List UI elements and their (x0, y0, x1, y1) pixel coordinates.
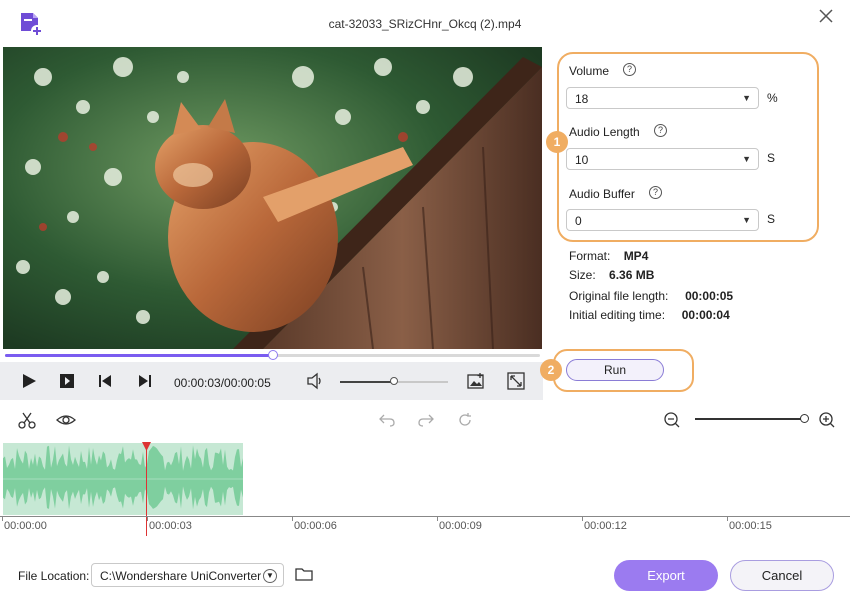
size-info: Size: 6.36 MB (569, 268, 654, 282)
format-value: MP4 (623, 249, 649, 263)
video-frame-cat (3, 47, 542, 349)
progress-fill (5, 354, 273, 357)
help-icon[interactable]: ? (623, 63, 636, 76)
audio-length-label: Audio Length (569, 125, 640, 139)
audio-buffer-unit: S (767, 212, 776, 226)
tick-label: 00:00:03 (149, 520, 192, 532)
volume-icon[interactable] (306, 372, 324, 390)
volume-slider[interactable] (340, 377, 448, 385)
ruler-tick (147, 516, 148, 521)
undo-icon[interactable] (378, 411, 396, 429)
chevron-down-icon: ▼ (742, 154, 751, 164)
volume-value: 18 (575, 92, 589, 106)
zoom-slider[interactable] (695, 418, 805, 420)
step-badge-1: 1 (546, 131, 568, 153)
original-length-value: 00:00:05 (685, 289, 734, 303)
tick-label: 00:00:09 (439, 520, 482, 532)
file-location-value: C:\Wondershare UniConverter (100, 569, 262, 583)
volume-label: Volume (569, 64, 610, 78)
zoom-in-icon[interactable] (818, 411, 836, 429)
folder-icon[interactable] (295, 566, 313, 582)
player-controls: 00:00:03/00:00:05 (0, 362, 543, 400)
waveform (3, 445, 243, 510)
volume-select[interactable]: 18 ▼ (566, 87, 759, 109)
format-info: Format: MP4 (569, 249, 648, 263)
ruler-tick (2, 516, 3, 521)
video-preview[interactable] (3, 47, 542, 349)
next-frame-icon[interactable] (137, 373, 153, 389)
size-value: 6.36 MB (609, 268, 655, 282)
editing-time-value: 00:00:04 (681, 308, 730, 322)
original-length-info: Original file length: 00:00:05 (569, 289, 733, 303)
format-label: Format: (569, 249, 611, 263)
run-button[interactable]: Run (566, 359, 664, 381)
audio-buffer-value: 0 (575, 214, 582, 228)
tick-label: 00:00:06 (294, 520, 337, 532)
zoom-out-icon[interactable] (663, 411, 681, 429)
snapshot-icon[interactable] (467, 372, 485, 390)
tick-label: 00:00:15 (729, 520, 772, 532)
editing-time-label: Initial editing time: (569, 308, 666, 322)
tick-label: 00:00:00 (4, 520, 47, 532)
ruler-tick (292, 516, 293, 521)
chevron-down-icon: ▼ (742, 215, 751, 225)
audio-buffer-select[interactable]: 0 ▼ (566, 209, 759, 231)
eye-icon[interactable] (56, 411, 76, 429)
reset-icon[interactable] (456, 411, 474, 429)
window-title: cat-32033_SRizCHnr_Okcq (2).mp4 (328, 17, 522, 31)
editing-time-info: Initial editing time: 00:00:04 (569, 308, 730, 322)
ruler-tick (437, 516, 438, 521)
audio-length-select[interactable]: 10 ▼ (566, 148, 759, 170)
chevron-down-icon: ▼ (263, 569, 277, 583)
progress-thumb[interactable] (267, 350, 278, 360)
scissors-icon[interactable] (18, 411, 36, 429)
file-location-select[interactable]: C:\Wondershare UniConverter ▼ (91, 563, 284, 587)
audio-length-unit: S (767, 151, 776, 165)
fullscreen-icon[interactable] (507, 372, 525, 390)
audio-buffer-label: Audio Buffer (569, 187, 635, 201)
help-icon[interactable]: ? (654, 124, 667, 137)
help-icon[interactable]: ? (649, 186, 662, 199)
volume-fill (340, 381, 394, 383)
export-button[interactable]: Export (614, 560, 718, 591)
redo-icon[interactable] (417, 411, 435, 429)
size-label: Size: (569, 268, 596, 282)
playback-progress[interactable] (5, 350, 540, 360)
audio-length-value: 10 (575, 153, 589, 167)
audio-clip[interactable] (3, 443, 243, 515)
ruler-tick (582, 516, 583, 521)
time-display: 00:00:03/00:00:05 (174, 376, 271, 390)
step-badge-2: 2 (540, 359, 562, 381)
original-length-label: Original file length: (569, 289, 669, 303)
cancel-button[interactable]: Cancel (730, 560, 834, 591)
ruler-tick (727, 516, 728, 521)
volume-unit: % (767, 91, 778, 105)
prev-frame-icon[interactable] (97, 373, 113, 389)
zoom-thumb[interactable] (800, 414, 809, 423)
file-location-label: File Location: (18, 569, 90, 583)
stop-icon[interactable] (59, 373, 75, 389)
tick-label: 00:00:12 (584, 520, 627, 532)
close-icon[interactable] (816, 6, 836, 26)
play-icon[interactable] (21, 373, 37, 389)
title-bar: cat-32033_SRizCHnr_Okcq (2).mp4 (0, 0, 850, 46)
time-ruler (0, 516, 850, 536)
chevron-down-icon: ▼ (742, 93, 751, 103)
volume-thumb[interactable] (390, 377, 398, 385)
